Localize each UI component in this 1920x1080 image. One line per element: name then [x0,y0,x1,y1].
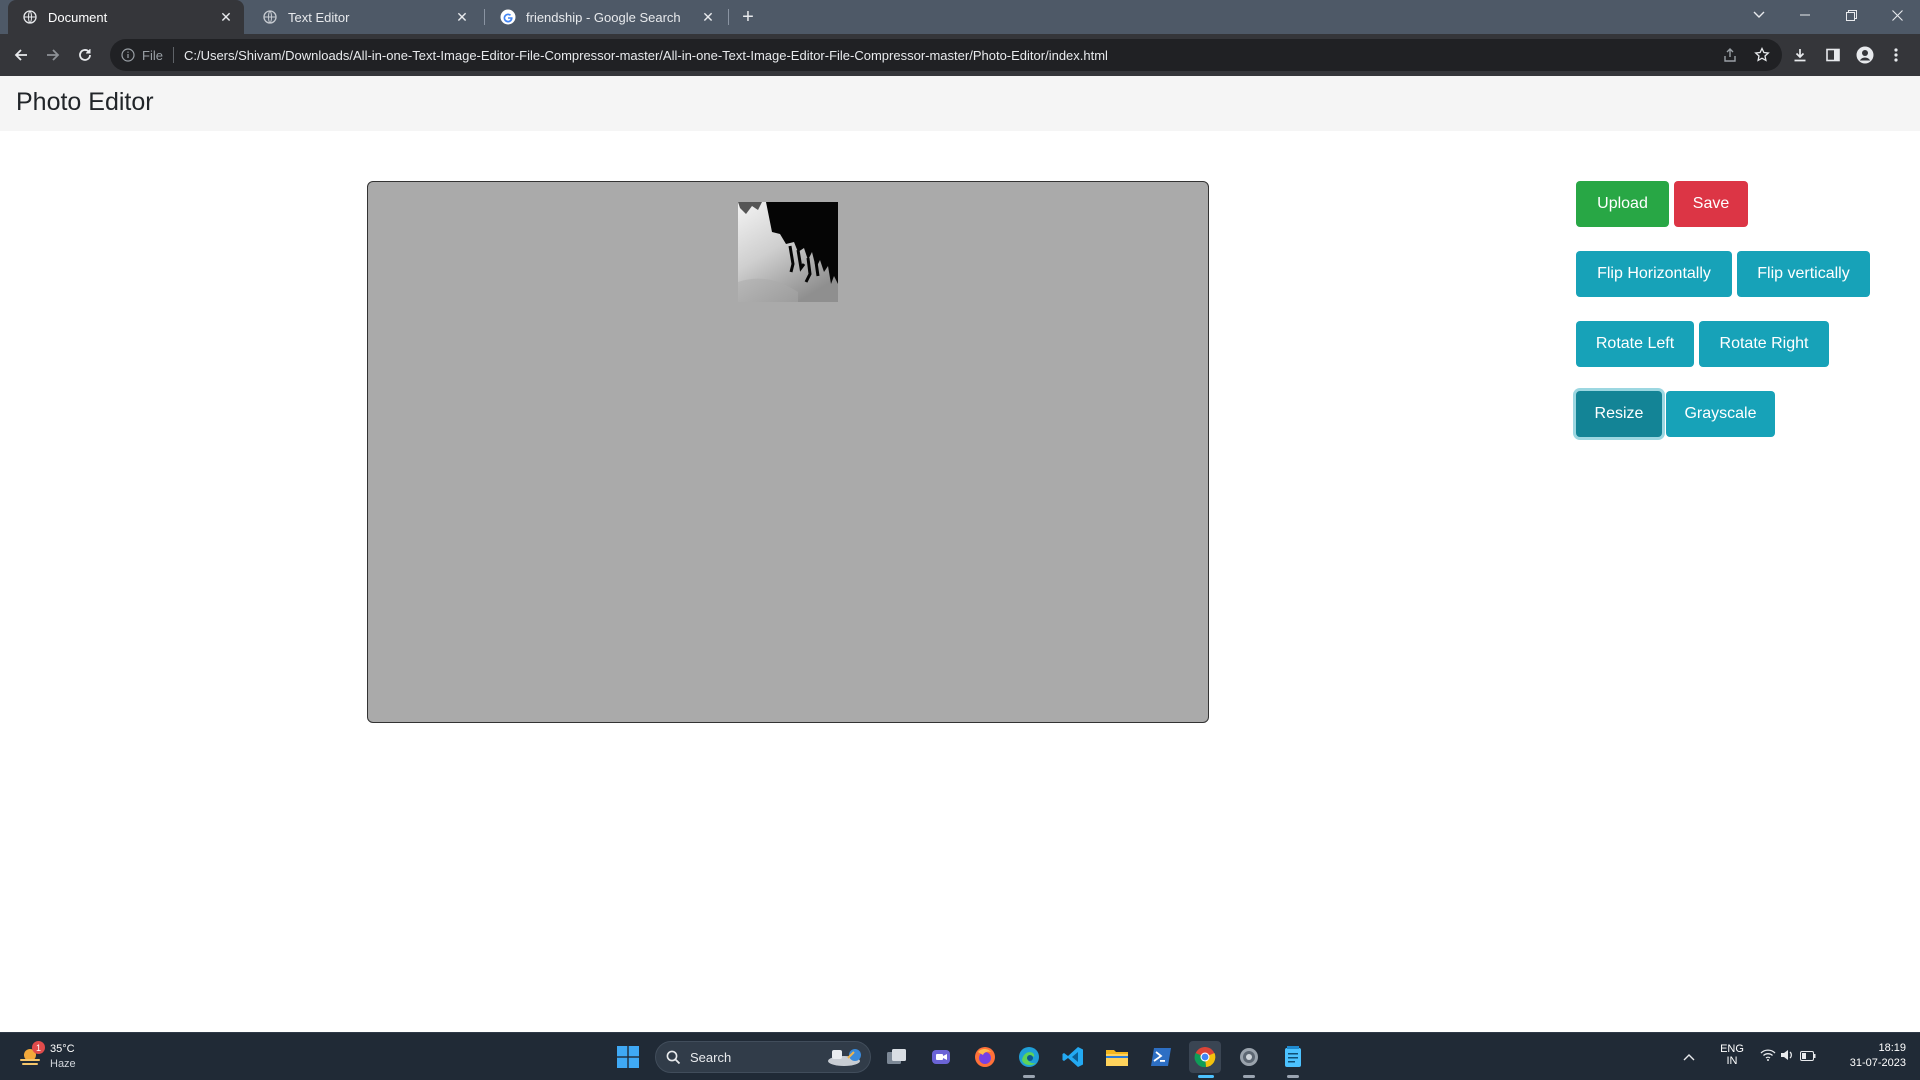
minimize-icon[interactable] [1782,0,1828,30]
teams-chat-icon[interactable] [925,1041,957,1073]
globe-icon [262,9,278,25]
notification-badge: 1 [32,1041,45,1054]
tab-document[interactable]: Document ✕ [8,0,244,34]
restore-icon[interactable] [1828,0,1874,30]
preview-image [738,202,838,302]
clock[interactable]: 18:19 31-07-2023 [1836,1042,1906,1069]
browser-toolbar: File C:/Users/Shivam/Downloads/All-in-on… [0,34,1920,76]
language-indicator[interactable]: ENG IN [1717,1043,1747,1067]
rotate-right-button[interactable]: Rotate Right [1699,321,1829,367]
page-header: Photo Editor [0,76,1920,131]
menu-dots-icon[interactable] [1884,43,1908,67]
tab-title: Text Editor [288,9,350,25]
omnibox-divider [172,47,174,63]
page-content: Photo Editor Upload Save Flip Horizontal… [0,76,1920,1032]
weather-temperature: 35°C [50,1043,75,1055]
flip-vertically-button[interactable]: Flip vertically [1737,251,1870,297]
tab-text-editor[interactable]: Text Editor ✕ [248,0,480,34]
close-window-icon[interactable] [1874,0,1920,30]
reload-icon[interactable] [70,40,100,70]
tab-separator [484,9,485,25]
share-icon[interactable] [1718,43,1742,67]
download-icon[interactable] [1788,43,1812,67]
browser-titlebar: Document ✕ Text Editor ✕ friendship - Go… [0,0,1920,34]
firefox-icon[interactable] [969,1041,1001,1073]
taskbar: 1 35°C Haze Search ENG IN 18:19 31-07-20… [0,1032,1920,1080]
notepad-icon[interactable] [1277,1041,1309,1073]
edge-icon[interactable] [1013,1041,1045,1073]
running-indicator [1023,1075,1035,1078]
back-arrow-icon[interactable] [6,40,36,70]
settings-gear-icon[interactable] [1233,1041,1265,1073]
weather-condition: Haze [50,1058,76,1070]
vscode-icon[interactable] [1057,1041,1089,1073]
clock-time: 18:19 [1878,1042,1906,1054]
address-bar[interactable]: File C:/Users/Shivam/Downloads/All-in-on… [110,39,1782,71]
globe-icon [22,9,38,25]
running-indicator [1287,1075,1299,1078]
info-icon[interactable] [120,47,136,63]
bookmark-star-icon[interactable] [1750,43,1774,67]
upload-button[interactable]: Upload [1576,181,1669,227]
grayscale-button[interactable]: Grayscale [1666,391,1775,437]
flip-horizontally-button[interactable]: Flip Horizontally [1576,251,1732,297]
clock-date: 31-07-2023 [1849,1057,1906,1069]
tab-search-icon[interactable] [1736,0,1782,30]
language-code: ENG [1720,1043,1744,1055]
powershell-icon[interactable] [1145,1041,1177,1073]
side-panel-icon[interactable] [1821,43,1845,67]
save-button[interactable]: Save [1674,181,1748,227]
close-icon[interactable]: ✕ [452,7,472,27]
tab-title: Document [48,9,108,25]
weather-widget[interactable]: 1 35°C Haze [14,1039,94,1075]
task-view-icon[interactable] [881,1041,913,1073]
search-label: Search [690,1050,732,1065]
search-highlight-icon [824,1046,866,1073]
rotate-left-button[interactable]: Rotate Left [1576,321,1694,367]
volume-icon [1780,1048,1794,1066]
page-title: Photo Editor [16,88,154,116]
search-icon [666,1050,681,1070]
taskbar-search[interactable]: Search [655,1041,871,1073]
running-indicator [1243,1075,1255,1078]
language-region: IN [1726,1055,1738,1067]
google-icon [500,9,516,25]
system-tray-status[interactable] [1758,1041,1818,1073]
chevron-up-icon[interactable] [1677,1041,1701,1073]
chrome-icon[interactable] [1189,1041,1221,1073]
url-text[interactable]: C:/Users/Shivam/Downloads/All-in-one-Tex… [184,48,1108,63]
tab-title: friendship - Google Search [526,9,681,25]
file-explorer-icon[interactable] [1101,1041,1133,1073]
battery-icon [1800,1048,1816,1066]
close-icon[interactable]: ✕ [698,7,718,27]
active-indicator [1198,1075,1214,1078]
tab-google-search[interactable]: friendship - Google Search ✕ [486,0,726,34]
wifi-icon [1760,1048,1776,1066]
new-tab-button[interactable]: + [736,5,760,29]
profile-icon[interactable] [1853,43,1877,67]
image-canvas[interactable] [367,181,1209,723]
scheme-label: File [142,47,163,63]
forward-arrow-icon[interactable] [38,40,68,70]
windows-start-icon[interactable] [612,1041,644,1073]
tab-separator [728,9,729,25]
close-icon[interactable]: ✕ [216,7,236,27]
resize-button[interactable]: Resize [1576,391,1662,437]
